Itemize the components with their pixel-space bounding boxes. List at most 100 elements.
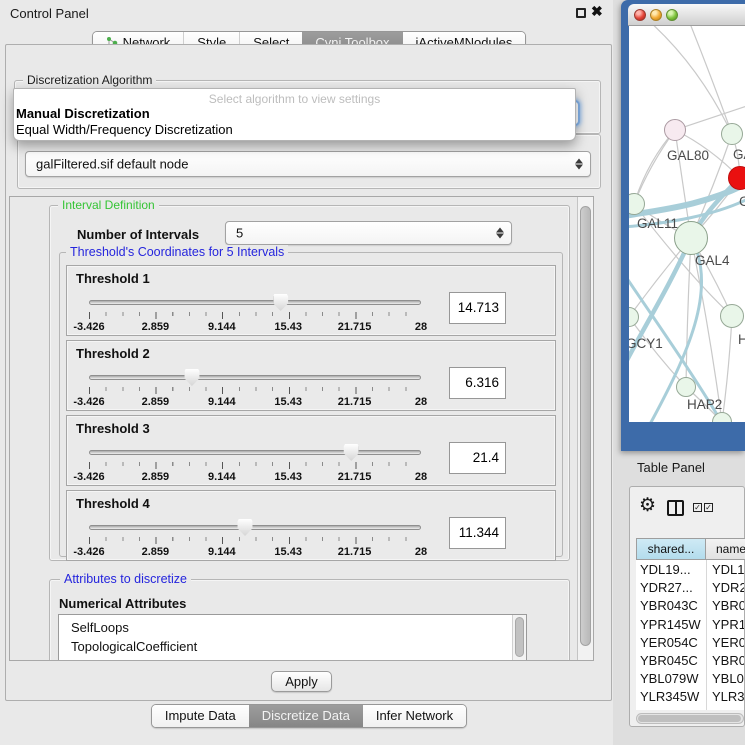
tick-label: 9.144	[208, 471, 236, 483]
network-node[interactable]	[664, 119, 686, 141]
tab-impute-data[interactable]: Impute Data	[152, 705, 249, 727]
tick-label: 2.859	[142, 546, 170, 558]
attribute-list-item[interactable]: BetweennessCentrality	[59, 656, 526, 661]
attribute-list-item[interactable]: TopologicalCoefficient	[59, 637, 526, 656]
table-row[interactable]: YLR345WYLR3	[636, 689, 744, 708]
close-icon[interactable]: ✖	[591, 3, 603, 20]
cell-shared-name: YBL079W	[640, 671, 699, 686]
float-window-icon[interactable]	[576, 8, 586, 18]
dropdown-hint: Select algorithm to view settings	[14, 92, 575, 106]
table-row[interactable]: YBL079WYBL0	[636, 671, 744, 690]
network-node[interactable]	[720, 304, 744, 328]
slider-tick-labels: -3.4262.8599.14415.4321.71528	[89, 321, 421, 333]
tick-label: -3.426	[73, 546, 104, 558]
tick-label: 9.144	[208, 546, 236, 558]
settings-scrollpane: Interval Definition Number of Intervals …	[9, 196, 594, 661]
slider-tick-labels: -3.4262.8599.14415.4321.71528	[89, 546, 421, 558]
stepper-icon	[496, 228, 504, 239]
apply-button[interactable]: Apply	[271, 671, 332, 692]
scrollbar-thumb[interactable]	[515, 617, 524, 657]
minimize-traffic-light[interactable]	[650, 9, 662, 21]
cell-name: YDL1	[712, 562, 744, 577]
scrollbar-thumb[interactable]	[638, 715, 741, 722]
stepper-icon	[575, 159, 583, 170]
table-row[interactable]: YPR145WYPR1	[636, 617, 744, 636]
gear-icon[interactable]: ⚙	[639, 496, 656, 515]
column-header-shared-name[interactable]: shared...	[636, 538, 706, 560]
threshold-4-value-field[interactable]: 11.344	[449, 517, 506, 549]
network-node[interactable]	[676, 377, 696, 397]
tab-infer-network[interactable]: Infer Network	[363, 705, 466, 727]
slider-track[interactable]	[89, 300, 421, 305]
threshold-4-label: Threshold 4	[76, 496, 150, 511]
table-row[interactable]: YDR27...YDR2	[636, 580, 744, 599]
network-canvas[interactable]: GAL80GACGAL11GAL4GCY1HHAP2	[629, 26, 745, 422]
dropdown-option-manual[interactable]: Manual Discretization	[14, 106, 575, 122]
slider-track[interactable]	[89, 525, 421, 530]
cell-name: YDR2	[712, 580, 744, 595]
dropdown-option-equal-width[interactable]: Equal Width/Frequency Discretization	[14, 122, 575, 138]
tick-label: -3.426	[73, 471, 104, 483]
network-node[interactable]	[728, 166, 745, 190]
scrollbar-thumb[interactable]	[580, 206, 591, 646]
network-window-titlebar[interactable]	[628, 4, 745, 26]
zoom-traffic-light[interactable]	[666, 9, 678, 21]
threshold-2-row: Threshold 2 -3.4262.8599.14415.4321.7152…	[66, 340, 556, 411]
table-row[interactable]: YBR043CYBR0	[636, 598, 744, 617]
close-traffic-light[interactable]	[634, 9, 646, 21]
tick-label: -3.426	[73, 321, 104, 333]
threshold-3-slider[interactable]: -3.4262.8599.14415.4321.71528	[89, 442, 421, 482]
network-node[interactable]	[721, 123, 743, 145]
threshold-1-value-field[interactable]: 14.713	[449, 292, 506, 324]
attribute-list-item[interactable]: SelfLoops	[59, 618, 526, 637]
table-header-row: shared... name	[636, 538, 745, 560]
tick-label: 21.715	[338, 321, 372, 333]
tick-label: 21.715	[338, 546, 372, 558]
select-columns-icons[interactable]: ✓ ✓	[693, 503, 713, 512]
cell-name: YIL0	[712, 708, 739, 710]
table-row[interactable]: YER054CYER0	[636, 635, 744, 654]
network-node-label: GA	[733, 147, 745, 162]
threshold-2-slider[interactable]: -3.4262.8599.14415.4321.71528	[89, 367, 421, 407]
number-of-intervals-combobox[interactable]: 5	[225, 221, 512, 245]
cell-name: YBR0	[712, 653, 744, 668]
table-horizontal-scrollbar[interactable]	[636, 713, 744, 724]
threshold-3-value-field[interactable]: 21.4	[449, 442, 506, 474]
slider-thumb[interactable]	[238, 519, 253, 536]
network-node-label: HAP2	[687, 397, 722, 412]
threshold-1-slider[interactable]: -3.4262.8599.14415.4321.71528	[89, 292, 421, 332]
slider-track[interactable]	[89, 375, 421, 380]
cell-shared-name: YIL053C	[640, 708, 691, 710]
threshold-1-row: Threshold 1 -3.4262.8599.14415.4321.7152…	[66, 265, 556, 336]
tick-label: 28	[415, 471, 427, 483]
threshold-1-label: Threshold 1	[76, 271, 150, 286]
tick-label: 15.43	[274, 396, 302, 408]
slider-track[interactable]	[89, 450, 421, 455]
tick-label: 21.715	[338, 471, 372, 483]
column-header-name[interactable]: name	[706, 538, 745, 560]
table-row[interactable]: YDL19...YDL1	[636, 562, 744, 581]
table-data-combobox[interactable]: galFiltered.sif default node	[25, 151, 591, 177]
table-panel: ⚙ ✓ ✓ shared... name YDL19...YDL1YDR27..…	[629, 486, 745, 727]
tab-discretize-data[interactable]: Discretize Data	[249, 705, 363, 727]
slider-thumb[interactable]	[344, 444, 359, 461]
list-scrollbar[interactable]	[512, 615, 526, 661]
settings-scrollbar[interactable]	[577, 197, 593, 660]
threshold-2-value-field[interactable]: 6.316	[449, 367, 506, 399]
cell-name: YER0	[712, 635, 744, 650]
panel-title: Control Panel	[10, 6, 89, 21]
tick-label: 15.43	[274, 471, 302, 483]
cell-shared-name: YBR045C	[640, 653, 698, 668]
table-row[interactable]: YBR045C YBR0	[636, 653, 744, 672]
cell-name: YBR0	[712, 598, 744, 613]
table-row[interactable]: YIL053C YIL0	[636, 708, 744, 710]
threshold-3-row: Threshold 3 -3.4262.8599.14415.4321.7152…	[66, 415, 556, 486]
tick-label: -3.426	[73, 396, 104, 408]
threshold-4-slider[interactable]: -3.4262.8599.14415.4321.71528	[89, 517, 421, 557]
slider-thumb[interactable]	[184, 369, 199, 386]
table-panel-title: Table Panel	[637, 460, 705, 475]
numerical-attributes-list[interactable]: SelfLoopsTopologicalCoefficientBetweenne…	[58, 614, 527, 661]
network-node[interactable]	[674, 221, 708, 255]
slider-thumb[interactable]	[273, 294, 288, 311]
split-columns-icon[interactable]	[667, 500, 684, 516]
